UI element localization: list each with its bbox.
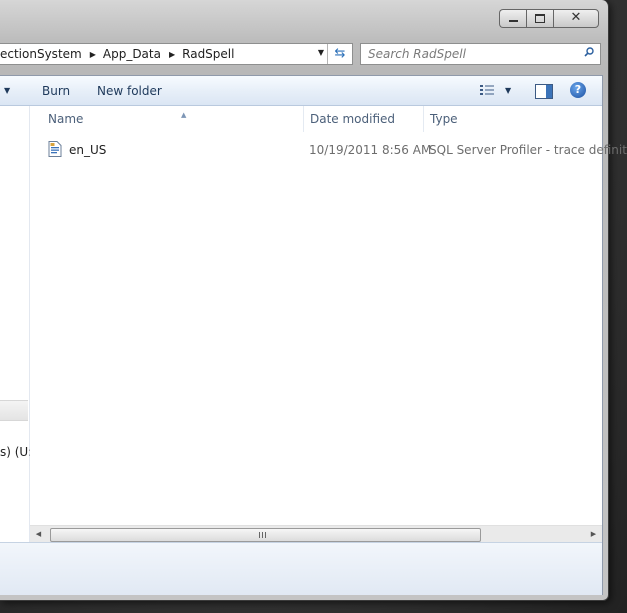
breadcrumb-label[interactable]: App_Data — [103, 47, 167, 61]
sort-ascending-icon: ▲ — [181, 111, 187, 119]
file-icon — [48, 141, 62, 157]
breadcrumb-item[interactable]: ectionSystem ▶ — [0, 47, 103, 61]
breadcrumb-separator-icon[interactable]: ▶ — [167, 50, 182, 59]
column-header-date-modified[interactable]: Date modified — [304, 106, 424, 132]
new-folder-button[interactable]: New folder — [97, 84, 162, 98]
explorer-frame: ▼ Burn New folder ▼ ? s) (U: Name ▲ Date… — [0, 75, 627, 595]
caption-buttons: ✕ — [499, 9, 599, 28]
preview-pane-fill — [546, 85, 552, 98]
search-input[interactable] — [361, 46, 575, 62]
views-icon[interactable] — [480, 84, 495, 96]
command-bar: ▼ Burn New folder ▼ ? — [0, 76, 602, 106]
horizontal-scrollbar[interactable]: ◀ ▶ — [30, 525, 602, 543]
breadcrumb-label[interactable]: RadSpell — [182, 47, 240, 61]
breadcrumb-separator-icon[interactable]: ▶ — [88, 50, 103, 59]
file-date-modified: 10/19/2011 8:56 AM — [309, 143, 432, 157]
help-icon[interactable]: ? — [570, 82, 586, 98]
search-box[interactable] — [360, 43, 601, 65]
file-list[interactable]: Name ▲ Date modified Type en_US 10/19/20… — [30, 106, 627, 526]
column-header-label: Date modified — [310, 112, 396, 126]
details-pane — [0, 542, 602, 595]
address-bar[interactable]: ectionSystem ▶ App_Data ▶ RadSpell ▼ ⇆ — [0, 43, 353, 65]
file-row[interactable]: en_US 10/19/2011 8:56 AM SQL Server Prof… — [30, 139, 627, 161]
address-history-dropdown-icon[interactable]: ▼ — [318, 48, 324, 57]
refresh-button[interactable]: ⇆ — [327, 44, 352, 64]
column-header-label: Type — [430, 112, 458, 126]
column-header-row: Name ▲ Date modified Type — [30, 106, 602, 132]
nav-section-divider — [0, 400, 28, 421]
close-icon: ✕ — [570, 10, 582, 25]
scrollbar-grip — [259, 532, 267, 538]
minimize-button[interactable] — [499, 9, 526, 28]
column-header-name[interactable]: Name ▲ — [42, 106, 304, 132]
views-dropdown-icon[interactable]: ▼ — [505, 86, 511, 95]
file-type: SQL Server Profiler - trace definiti — [429, 143, 627, 157]
breadcrumb-item[interactable]: RadSpell — [182, 47, 240, 61]
navigation-pane[interactable]: s) (U: — [0, 106, 32, 542]
scroll-left-icon[interactable]: ◀ — [30, 526, 47, 543]
column-header-label: Name — [48, 112, 84, 126]
maximize-button[interactable] — [526, 9, 553, 28]
scroll-right-icon[interactable]: ▶ — [585, 526, 602, 543]
preview-pane-icon[interactable] — [535, 84, 553, 99]
breadcrumb-label[interactable]: ectionSystem — [0, 47, 88, 61]
search-icon[interactable] — [584, 47, 594, 57]
file-name[interactable]: en_US — [69, 143, 106, 157]
nav-item-drive[interactable]: s) (U: — [0, 445, 32, 459]
minimize-icon — [509, 20, 518, 22]
explorer-window: ✕ ectionSystem ▶ App_Data ▶ RadSpell ▼ ⇆… — [0, 0, 627, 601]
refresh-icon: ⇆ — [334, 46, 346, 61]
burn-button[interactable]: Burn — [42, 84, 70, 98]
scrollbar-thumb[interactable] — [50, 528, 481, 542]
breadcrumb-item[interactable]: App_Data ▶ — [103, 47, 182, 61]
column-header-type[interactable]: Type — [424, 106, 602, 132]
maximize-icon — [535, 14, 545, 23]
close-button[interactable]: ✕ — [553, 9, 599, 28]
organize-dropdown-icon[interactable]: ▼ — [4, 86, 10, 95]
